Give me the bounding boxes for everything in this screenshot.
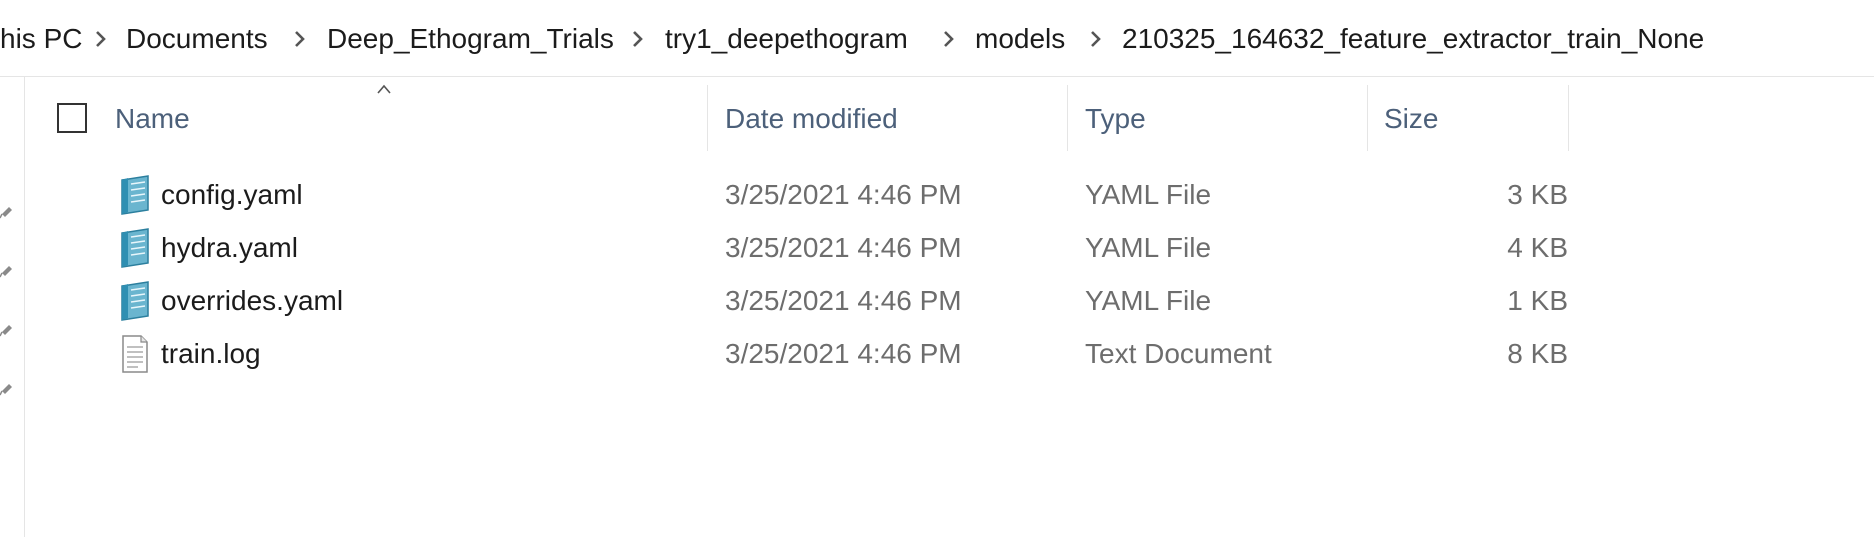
breadcrumb-item-models[interactable]: models <box>975 20 1065 58</box>
file-name: config.yaml <box>161 179 303 210</box>
file-type: YAML File <box>1085 232 1212 263</box>
file-row[interactable]: overrides.yaml 3/25/2021 4:46 PM YAML Fi… <box>26 276 1568 328</box>
navigation-pane <box>0 77 25 537</box>
breadcrumb-item-this-pc[interactable]: his PC <box>0 20 82 58</box>
yaml-file-icon <box>121 281 149 321</box>
breadcrumb-item-current-folder[interactable]: 210325_164632_feature_extractor_train_No… <box>1122 20 1704 58</box>
pin-icon[interactable] <box>0 261 14 279</box>
chevron-right-icon[interactable] <box>1088 28 1104 50</box>
breadcrumb-item-deep-ethogram-trials[interactable]: Deep_Ethogram_Trials <box>327 20 614 58</box>
file-date: 3/25/2021 4:46 PM <box>725 285 962 316</box>
pin-icon[interactable] <box>0 202 14 220</box>
select-all-checkbox[interactable] <box>57 103 87 133</box>
file-name: overrides.yaml <box>161 285 344 316</box>
breadcrumb-item-documents[interactable]: Documents <box>126 20 268 58</box>
file-name: train.log <box>161 338 261 369</box>
column-header-type[interactable]: Type <box>1085 100 1146 138</box>
column-divider[interactable] <box>707 85 708 151</box>
file-size: 8 KB <box>1507 338 1568 369</box>
column-divider[interactable] <box>1568 85 1569 151</box>
file-type: YAML File <box>1085 285 1212 316</box>
text-file-icon <box>122 335 148 373</box>
file-size: 1 KB <box>1507 285 1568 316</box>
file-date: 3/25/2021 4:46 PM <box>725 179 962 210</box>
file-date: 3/25/2021 4:46 PM <box>725 232 962 263</box>
breadcrumb-item-try1-deepethogram[interactable]: try1_deepethogram <box>665 20 908 58</box>
file-size: 4 KB <box>1507 232 1568 263</box>
breadcrumb: his PC Documents Deep_Ethogram_Trials tr… <box>0 0 1874 77</box>
column-divider[interactable] <box>1067 85 1068 151</box>
chevron-right-icon[interactable] <box>292 28 308 50</box>
pin-icon[interactable] <box>0 379 14 397</box>
column-header-size[interactable]: Size <box>1384 100 1438 138</box>
file-size: 3 KB <box>1507 179 1568 210</box>
sort-ascending-icon <box>377 84 391 94</box>
column-header-date-modified[interactable]: Date modified <box>725 100 898 138</box>
file-name: hydra.yaml <box>161 232 298 263</box>
column-divider[interactable] <box>1367 85 1368 151</box>
file-row[interactable]: hydra.yaml 3/25/2021 4:46 PM YAML File 4… <box>26 223 1568 275</box>
column-header-name[interactable]: Name <box>115 100 190 138</box>
chevron-right-icon[interactable] <box>941 28 957 50</box>
yaml-file-icon <box>121 228 149 268</box>
chevron-right-icon[interactable] <box>93 28 109 50</box>
file-row[interactable]: config.yaml 3/25/2021 4:46 PM YAML File … <box>26 170 1568 222</box>
file-type: YAML File <box>1085 179 1212 210</box>
file-row[interactable]: train.log 3/25/2021 4:46 PM Text Documen… <box>26 329 1568 381</box>
yaml-file-icon <box>121 175 149 215</box>
pin-icon[interactable] <box>0 320 14 338</box>
file-date: 3/25/2021 4:46 PM <box>725 338 962 369</box>
chevron-right-icon[interactable] <box>630 28 646 50</box>
